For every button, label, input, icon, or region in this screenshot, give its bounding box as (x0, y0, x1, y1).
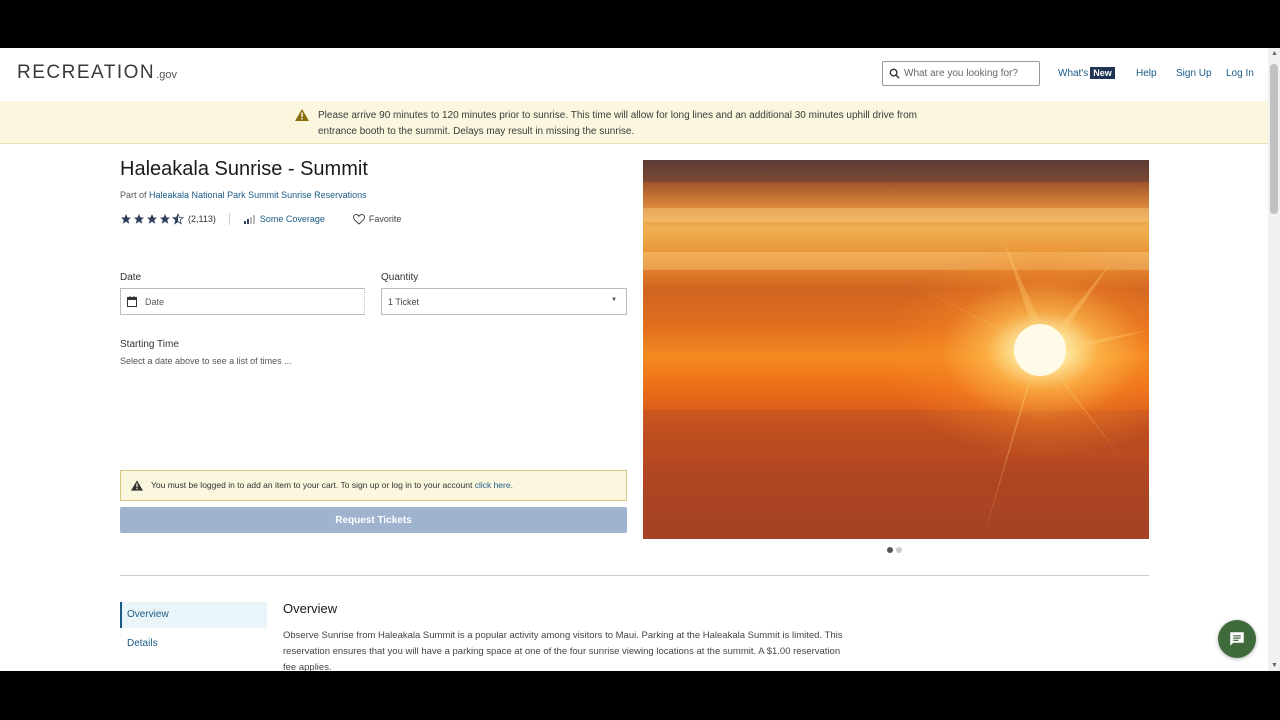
meta-divider (228, 213, 230, 225)
scroll-up-arrow-icon[interactable]: ▲ (1271, 50, 1278, 57)
sun-rays (873, 240, 1149, 539)
date-label: Date (120, 272, 142, 283)
sign-up-link[interactable]: Sign Up (1176, 68, 1212, 79)
help-link[interactable]: Help (1136, 68, 1157, 79)
scroll-thumb[interactable] (1270, 64, 1278, 214)
sunrise-photo[interactable] (643, 160, 1149, 539)
star-rating[interactable]: (2,113) (120, 213, 216, 225)
quantity-select[interactable]: 1 Ticket ▼ (381, 288, 627, 315)
whats-new-link[interactable]: What's New (1058, 67, 1115, 79)
search-input[interactable] (904, 68, 1029, 79)
star-full-icon (160, 214, 170, 224)
date-picker[interactable]: Date (120, 288, 365, 315)
part-of-prefix: Part of (120, 190, 147, 200)
chat-button[interactable] (1218, 620, 1256, 658)
heart-icon (352, 213, 365, 225)
chevron-down-icon: ▼ (611, 297, 617, 303)
logo-suffix: .gov (156, 69, 177, 81)
logo-text: RECREATION (17, 62, 156, 83)
log-in-link[interactable]: Log In (1226, 68, 1254, 79)
new-badge: New (1090, 67, 1115, 79)
section-nav-details[interactable]: Details (120, 631, 267, 657)
overview-text: Observe Sunrise from Haleakala Summit is… (283, 630, 843, 671)
gallery-dots (887, 547, 905, 553)
star-half-icon (172, 213, 184, 225)
favorite-button[interactable]: Favorite (352, 213, 402, 225)
favorite-label: Favorite (368, 214, 402, 224)
site-header: RECREATION.gov What'sNew Help Sign Up Lo… (0, 48, 1268, 101)
calendar-icon (127, 296, 137, 307)
search-box[interactable] (882, 61, 1040, 86)
site-logo[interactable]: RECREATION.gov (17, 62, 177, 84)
chat-bubble-icon (1230, 632, 1244, 646)
section-nav: Overview Details (120, 602, 267, 660)
banner-text: Please arrive 90 minutes to 120 minutes … (318, 110, 917, 137)
page-title: Haleakala Sunrise - Summit (120, 158, 368, 180)
star-full-icon (134, 214, 144, 224)
page-scrollbar[interactable]: ▲ ▼ (1268, 48, 1280, 671)
cell-coverage-link[interactable]: Some Coverage (243, 214, 325, 224)
section-nav-overview[interactable]: Overview (120, 602, 267, 628)
coverage-label: Some Coverage (259, 214, 325, 224)
starting-time-label: Starting Time (120, 339, 179, 350)
whats-label: What's (1058, 68, 1089, 79)
quantity-value: 1 Ticket (388, 296, 420, 307)
scroll-down-arrow-icon[interactable]: ▼ (1271, 662, 1278, 669)
rating-row: (2,113) Some Coverage Favorite (120, 212, 401, 226)
star-full-icon (147, 214, 157, 224)
parent-facility-link[interactable]: Haleakala National Park Summit Sunrise R… (149, 190, 367, 200)
starting-time-hint: Select a date above to see a list of tim… (120, 356, 292, 366)
login-required-alert: You must be logged in to add an item to … (120, 470, 627, 501)
arrival-alert-banner: Please arrive 90 minutes to 120 minutes … (0, 101, 1268, 144)
date-placeholder: Date (145, 296, 165, 307)
search-icon (889, 68, 900, 79)
browser-viewport: RECREATION.gov What'sNew Help Sign Up Lo… (0, 48, 1280, 671)
click-here-link[interactable]: click here. (475, 480, 513, 490)
section-divider (120, 575, 1149, 576)
star-full-icon (121, 214, 131, 224)
login-alert-message: You must be logged in to add an item to … (151, 480, 473, 490)
warning-icon (295, 109, 309, 121)
part-of-line: Part of Haleakala National Park Summit S… (120, 190, 367, 200)
request-tickets-button[interactable]: Request Tickets (120, 507, 627, 533)
signal-bars-icon (243, 215, 255, 224)
gallery-dot-2[interactable] (896, 547, 902, 553)
review-count: (2,113) (188, 214, 216, 224)
quantity-label: Quantity (381, 272, 419, 283)
warning-icon (131, 480, 143, 491)
login-alert-text: You must be logged in to add an item to … (151, 480, 513, 490)
overview-heading: Overview (283, 601, 338, 616)
gallery-dot-1[interactable] (887, 547, 893, 553)
